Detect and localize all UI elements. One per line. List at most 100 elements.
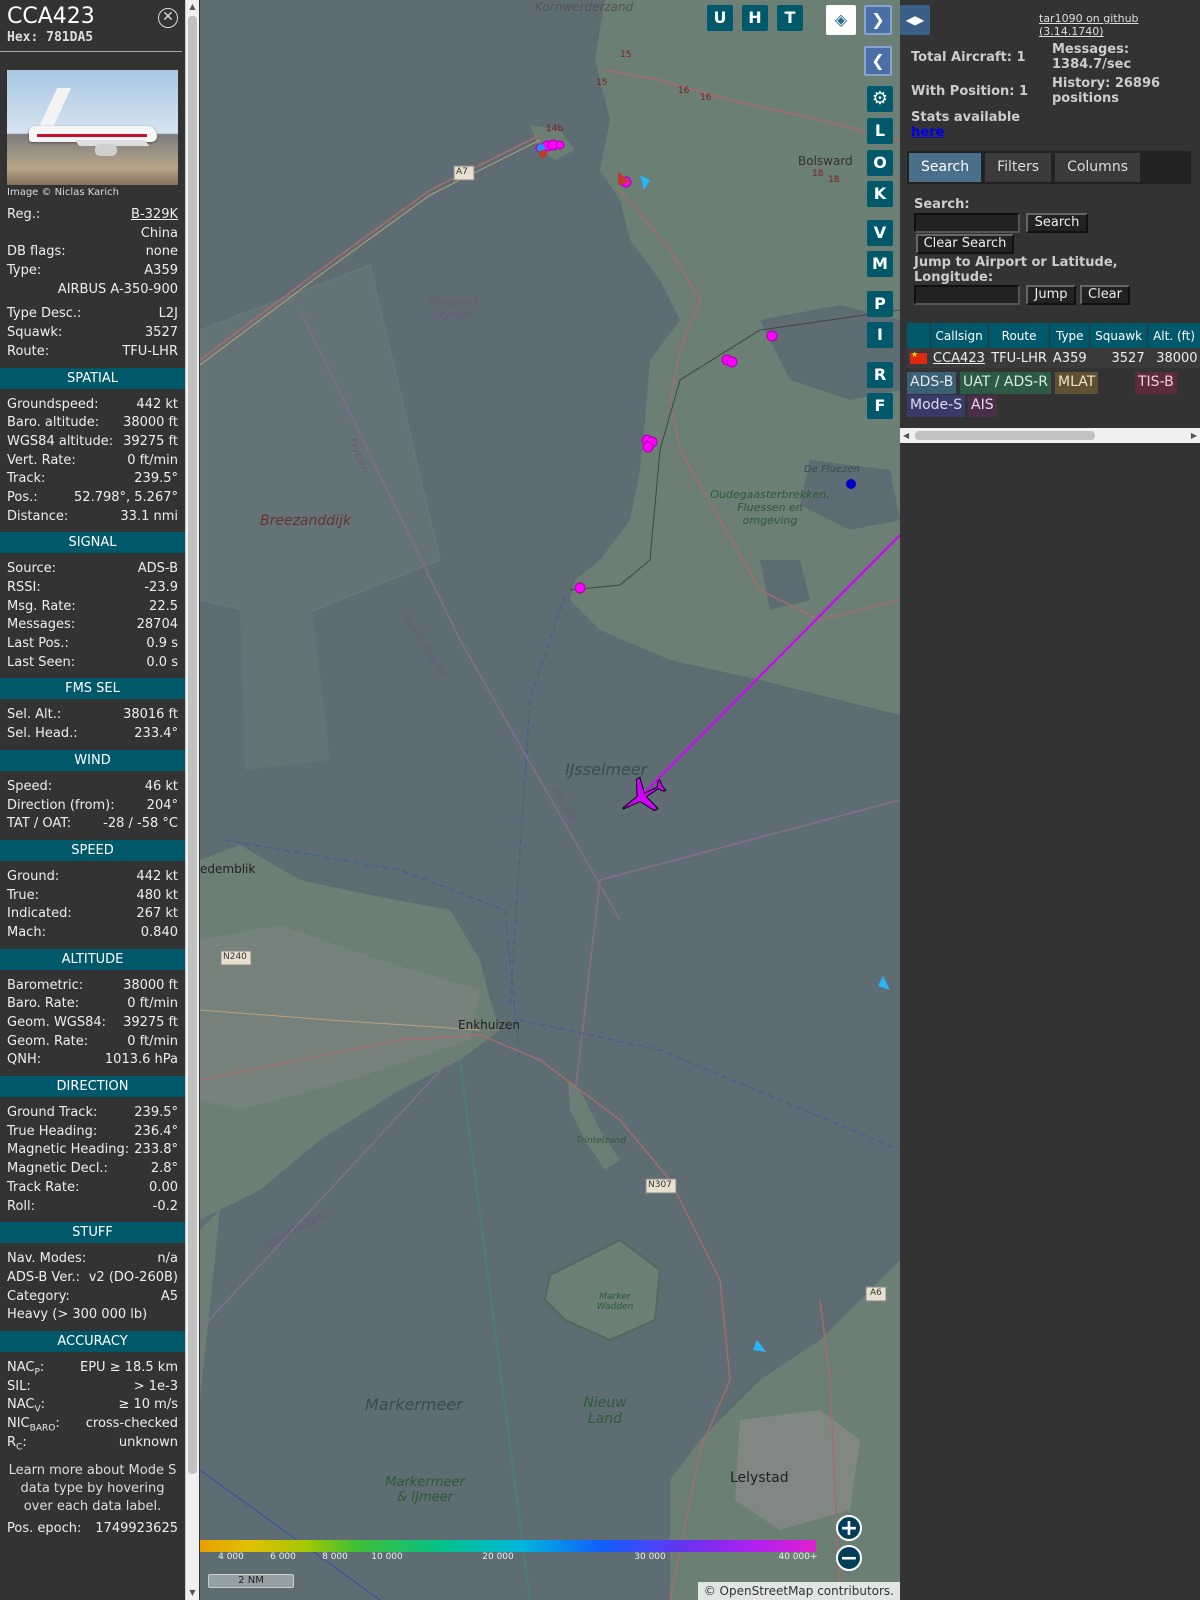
label-enkhuizen: Enkhuizen xyxy=(458,1018,520,1032)
info-value: 233.8° xyxy=(134,1142,178,1158)
chevron-right-icon[interactable]: ❯ xyxy=(864,5,892,35)
legend-tis-b[interactable]: TIS-B xyxy=(1135,372,1177,394)
col-squawk[interactable]: Squawk xyxy=(1089,323,1149,348)
legend-mlat[interactable]: MLAT xyxy=(1055,372,1099,394)
info-row: Roll: -0.2 xyxy=(0,1198,185,1217)
side-button-o[interactable]: O xyxy=(867,150,893,176)
search-input[interactable] xyxy=(914,213,1020,233)
tab-search[interactable]: Search xyxy=(909,153,982,182)
aircraft-table: Callsign Route Type Squawk Alt. (ft) Sp … xyxy=(907,323,1200,368)
alt-tick: 20 000 xyxy=(482,1552,514,1562)
type-full: AIRBUS A-350-900 xyxy=(57,281,178,297)
info-label: Last Pos.: xyxy=(7,636,69,652)
info-label: Ground Track: xyxy=(7,1105,98,1121)
side-button-i[interactable]: I xyxy=(867,322,893,348)
typedesc-row: Type Desc.: L2J xyxy=(7,306,178,322)
col-route[interactable]: Route xyxy=(988,323,1051,348)
info-value: ADS-B xyxy=(137,561,178,577)
layers-icon[interactable]: ◈ xyxy=(826,5,856,35)
map-view[interactable]: Kornwerderzand Bolsward Windpark Fryslân… xyxy=(200,0,900,1600)
info-row: Category: A5 xyxy=(0,1288,185,1307)
road-14b: 14b xyxy=(546,124,564,134)
info-row: Messages: 28704 xyxy=(0,616,185,635)
info-row: Ground Track: 239.5° xyxy=(0,1104,185,1123)
expand-panel-icon[interactable]: ◀▶ xyxy=(900,5,930,35)
road-a6: A6 xyxy=(870,1288,882,1298)
zoom-in-button[interactable]: + xyxy=(836,1515,862,1541)
search-button[interactable]: Search xyxy=(1026,213,1088,233)
road-16b: 16 xyxy=(700,93,712,103)
info-row: Msg. Rate: 22.5 xyxy=(0,598,185,617)
info-row: TAT / OAT: -28 / -58 °C xyxy=(0,815,185,834)
control-u-button[interactable]: U xyxy=(707,5,733,31)
info-header: CCA423 Hex: 781DA5 ✕ xyxy=(0,0,182,52)
tab-filters[interactable]: Filters xyxy=(985,153,1052,182)
scroll-left-icon[interactable]: ◀ xyxy=(903,428,909,443)
legend-ads-b[interactable]: ADS-B xyxy=(907,372,957,394)
info-value: 33.1 nmi xyxy=(120,508,178,524)
info-row: Sel. Alt.: 38016 ft xyxy=(0,706,185,725)
side-button-p[interactable]: P xyxy=(867,291,893,317)
side-button-f[interactable]: F xyxy=(867,393,893,419)
chevron-left-icon[interactable]: ❮ xyxy=(864,46,892,76)
label-de-fluezen: De Fluezen xyxy=(804,464,860,475)
info-value: 204° xyxy=(146,797,178,813)
rc-row: RC: unknown xyxy=(7,1434,178,1453)
close-icon[interactable]: ✕ xyxy=(158,8,178,28)
clear-search-button[interactable]: Clear Search xyxy=(916,234,1014,254)
legend-uat-ads-r[interactable]: UAT / ADS-R xyxy=(960,372,1051,394)
table-row[interactable]: CCA423 TFU-LHR A359 3527 38000 xyxy=(907,348,1200,368)
row-altitude: 38000 xyxy=(1147,348,1200,368)
section-stuff: STUFF xyxy=(0,1222,185,1244)
side-button-m[interactable]: M xyxy=(867,251,893,277)
scroll-up-icon[interactable]: ▲ xyxy=(186,0,199,14)
side-button-v[interactable]: V xyxy=(867,220,893,246)
info-row: Baro. altitude: 38000 ft xyxy=(0,414,185,433)
github-link[interactable]: tar1090 on github (3.14.1740) xyxy=(1039,12,1200,38)
aircraft-info-panel: CCA423 Hex: 781DA5 ✕ Image © Niclas Kari… xyxy=(0,0,185,1600)
info-row: Source: ADS-B xyxy=(0,560,185,579)
sil-row: SIL: > 1e-3 xyxy=(7,1378,178,1394)
jump-button[interactable]: Jump xyxy=(1026,285,1076,305)
info-label: True Heading: xyxy=(7,1123,98,1139)
map-attribution[interactable]: © OpenStreetMap contributors. xyxy=(697,1582,900,1600)
scroll-right-icon[interactable]: ▶ xyxy=(1191,428,1197,443)
hscroll-thumb[interactable] xyxy=(915,431,1095,440)
legend-mode-s[interactable]: Mode-S xyxy=(907,395,966,417)
info-scrollbar[interactable]: ▲ ▼ xyxy=(185,0,199,1600)
nacv-row: NACV: ≥ 10 m/s xyxy=(7,1397,178,1415)
legend-ais[interactable]: AIS xyxy=(968,395,997,417)
settings-gear-icon[interactable]: ⚙ xyxy=(867,86,893,112)
control-t-button[interactable]: T xyxy=(777,5,803,31)
section-direction: DIRECTION xyxy=(0,1076,185,1098)
col-callsign[interactable]: Callsign xyxy=(930,323,989,348)
info-value: 39275 ft xyxy=(123,433,178,449)
photo-credit: Image © Niclas Karich xyxy=(7,187,119,198)
squawk-row: Squawk: 3527 xyxy=(7,325,178,341)
stats-link[interactable]: here xyxy=(911,125,944,140)
col-altitude[interactable]: Alt. (ft) xyxy=(1147,323,1200,348)
info-row: Vert. Rate: 0 ft/min xyxy=(0,452,185,471)
side-button-l[interactable]: L xyxy=(867,118,893,144)
side-button-k[interactable]: K xyxy=(867,181,893,207)
control-h-button[interactable]: H xyxy=(742,5,768,31)
map-base xyxy=(200,0,900,1600)
zoom-out-button[interactable]: − xyxy=(836,1545,862,1571)
clear-button[interactable]: Clear xyxy=(1080,285,1130,305)
col-type[interactable]: Type xyxy=(1049,323,1091,348)
scrollbar-thumb[interactable] xyxy=(188,16,197,1474)
info-label: Direction (from): xyxy=(7,797,115,813)
row-callsign[interactable]: CCA423 xyxy=(930,348,989,368)
side-button-r[interactable]: R xyxy=(867,362,893,388)
col-flag[interactable] xyxy=(907,323,931,348)
info-label: RSSI: xyxy=(7,580,41,595)
info-value: 0 ft/min xyxy=(127,452,178,468)
history-count: History: 26896 positions xyxy=(1052,76,1161,106)
tab-columns[interactable]: Columns xyxy=(1055,153,1140,182)
table-horizontal-scrollbar[interactable]: ◀ ▶ xyxy=(900,428,1200,443)
aircraft-photo[interactable] xyxy=(7,70,178,185)
jump-input[interactable] xyxy=(914,285,1020,305)
scroll-down-icon[interactable]: ▼ xyxy=(186,1586,199,1600)
registration-link[interactable]: B-329K xyxy=(131,206,178,225)
section-speed: SPEED xyxy=(0,839,185,861)
